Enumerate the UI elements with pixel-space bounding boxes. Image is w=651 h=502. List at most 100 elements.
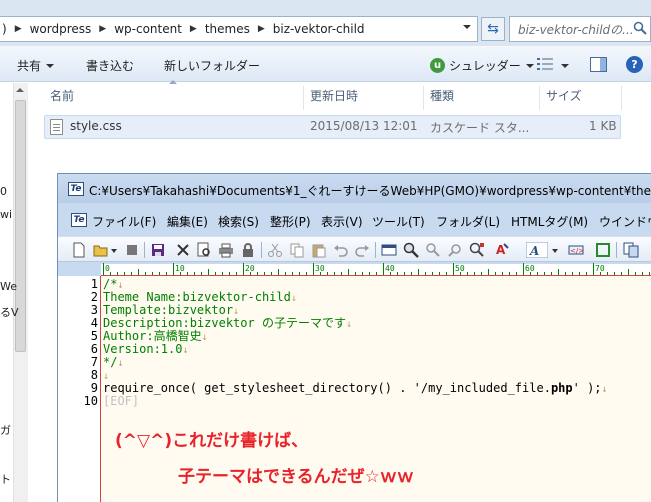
scroll-up-icon[interactable] bbox=[16, 88, 24, 92]
lock-icon[interactable] bbox=[240, 242, 256, 258]
menu-tools[interactable]: ツール(T) bbox=[372, 213, 425, 230]
column-header-type[interactable]: 種類 bbox=[424, 86, 540, 110]
share-button[interactable]: 共有 bbox=[17, 57, 55, 74]
ruler-tick bbox=[488, 269, 489, 275]
find-next-icon[interactable] bbox=[425, 242, 441, 258]
ruler-tick bbox=[432, 272, 433, 275]
nav-item-fragment[interactable]: wi bbox=[0, 208, 12, 221]
editor-title-bar[interactable]: Te C:¥Users¥Takahashi¥Documents¥1_ぐれーすけー… bbox=[58, 174, 651, 203]
burn-button[interactable]: 書き込む bbox=[86, 57, 134, 74]
close-icon[interactable] bbox=[175, 242, 191, 258]
code-line-require[interactable]: require_once( get_stylesheet_directory()… bbox=[103, 382, 608, 396]
cut-icon[interactable] bbox=[267, 242, 283, 258]
copy-icon[interactable] bbox=[289, 242, 305, 258]
file-modified: 2015/08/13 12:01 bbox=[310, 119, 418, 133]
ruler-tick bbox=[383, 263, 384, 275]
chevron-down-icon[interactable] bbox=[551, 242, 559, 258]
stop-icon[interactable] bbox=[124, 242, 140, 258]
breadcrumb-wp-content[interactable]: wp-content bbox=[114, 22, 182, 36]
column-header-name[interactable]: 名前 bbox=[44, 86, 304, 110]
menu-window[interactable]: ウインドウ bbox=[599, 213, 651, 230]
search-input[interactable]: biz-vektor-childの... bbox=[509, 16, 651, 42]
document-menu-icon[interactable]: Te bbox=[71, 213, 87, 227]
font-style-icon[interactable]: A bbox=[526, 242, 548, 258]
ruler-number: 50 bbox=[455, 264, 465, 273]
address-bar[interactable]: ) ▶ wordpress ▶ wp-content ▶ themes ▶ bi… bbox=[0, 16, 478, 42]
frame-icon[interactable] bbox=[595, 242, 611, 258]
paste-icon[interactable] bbox=[311, 242, 327, 258]
nav-item-fragment[interactable]: ガ bbox=[0, 422, 11, 438]
column-header-modified[interactable]: 更新日時 bbox=[304, 86, 424, 110]
nav-item-fragment[interactable]: 0 bbox=[0, 185, 7, 198]
find-icon[interactable] bbox=[403, 242, 419, 258]
breadcrumb-chevron-icon[interactable]: ▶ bbox=[190, 24, 197, 34]
help-icon[interactable]: ? bbox=[626, 56, 643, 73]
refresh-button[interactable]: ⇆ bbox=[481, 17, 505, 41]
menu-edit[interactable]: 編集(E) bbox=[167, 213, 208, 230]
chevron-down-icon bbox=[46, 64, 55, 68]
documents-icon[interactable] bbox=[623, 242, 639, 258]
html-tag-icon[interactable]: </> bbox=[568, 242, 584, 258]
sort-ascending-icon bbox=[169, 80, 177, 84]
ruler-tick bbox=[299, 272, 300, 275]
search-icon[interactable] bbox=[633, 21, 647, 35]
save-icon[interactable] bbox=[150, 242, 166, 258]
print-icon[interactable] bbox=[218, 242, 234, 258]
ruler-tick bbox=[614, 272, 615, 275]
shredder-icon[interactable]: u bbox=[430, 58, 445, 73]
chevron-down-icon[interactable] bbox=[110, 242, 118, 258]
ruler-number: 40 bbox=[385, 264, 395, 273]
redo-icon[interactable] bbox=[354, 242, 370, 258]
ruler-tick bbox=[341, 272, 342, 275]
menu-format[interactable]: 整形(P) bbox=[270, 213, 311, 230]
breadcrumb-biz-vektor-child[interactable]: biz-vektor-child bbox=[273, 22, 365, 36]
open-folder-icon[interactable] bbox=[93, 242, 109, 258]
shredder-button[interactable]: シュレッダー bbox=[449, 57, 534, 74]
ruler-tick bbox=[306, 272, 307, 275]
nav-item-fragment[interactable]: We bbox=[0, 280, 17, 293]
code-line[interactable]: */↓ bbox=[103, 356, 123, 370]
ruler-number: 30 bbox=[315, 264, 325, 273]
ruler-tick bbox=[124, 272, 125, 275]
ruler-tick bbox=[236, 272, 237, 275]
ruler-tick bbox=[145, 272, 146, 275]
text-editor-window: Te C:¥Users¥Takahashi¥Documents¥1_ぐれーすけー… bbox=[57, 173, 651, 502]
nav-item-fragment[interactable]: ト bbox=[0, 471, 11, 487]
nav-item-fragment[interactable]: るV bbox=[0, 304, 19, 320]
menu-search[interactable]: 検索(S) bbox=[218, 213, 259, 230]
breadcrumb-chevron-icon[interactable]: ▶ bbox=[15, 24, 22, 34]
column-header-size[interactable]: サイズ bbox=[540, 86, 622, 110]
menu-file[interactable]: ファイル(F) bbox=[92, 213, 156, 230]
find-prev-icon[interactable] bbox=[447, 242, 463, 258]
print-preview-icon[interactable] bbox=[196, 242, 212, 258]
grep-icon[interactable] bbox=[469, 242, 485, 258]
address-dropdown-icon[interactable] bbox=[463, 25, 471, 29]
ruler-tick bbox=[621, 272, 622, 275]
menu-html-tag[interactable]: HTMLタグ(M) bbox=[511, 213, 588, 230]
breadcrumb-wordpress[interactable]: wordpress bbox=[30, 22, 92, 36]
new-folder-button[interactable]: 新しいフォルダー bbox=[164, 57, 260, 74]
ruler-tick bbox=[404, 272, 405, 275]
view-options-icon[interactable] bbox=[537, 57, 553, 71]
window-icon[interactable] bbox=[381, 242, 397, 258]
ruler-tick bbox=[635, 272, 636, 275]
ruler-tick bbox=[376, 272, 377, 275]
undo-icon[interactable] bbox=[333, 242, 349, 258]
breadcrumb-themes[interactable]: themes bbox=[205, 22, 250, 36]
breadcrumb-chevron-icon[interactable]: ▶ bbox=[99, 24, 106, 34]
menu-folder[interactable]: フォルダ(L) bbox=[436, 213, 500, 230]
editor-title: C:¥Users¥Takahashi¥Documents¥1_ぐれーすけーるWe… bbox=[89, 184, 651, 198]
ruler-tick bbox=[110, 272, 111, 275]
breadcrumb-chevron-icon[interactable]: ▶ bbox=[258, 24, 265, 34]
view-dropdown-icon[interactable] bbox=[561, 64, 569, 68]
ruler-tick bbox=[362, 272, 363, 275]
menu-view[interactable]: 表示(V) bbox=[321, 213, 363, 230]
preview-pane-icon[interactable] bbox=[590, 57, 607, 72]
ruler-tick bbox=[327, 272, 328, 275]
annotation-line-2: 子テーマはできるんだぜ☆ｗｗ bbox=[178, 467, 414, 487]
ruler-tick bbox=[131, 272, 132, 275]
new-file-icon[interactable] bbox=[71, 242, 87, 258]
editor-app-icon[interactable]: Te bbox=[68, 182, 84, 196]
font-color-icon[interactable]: A bbox=[494, 242, 510, 258]
file-name[interactable]: style.css bbox=[70, 119, 122, 133]
